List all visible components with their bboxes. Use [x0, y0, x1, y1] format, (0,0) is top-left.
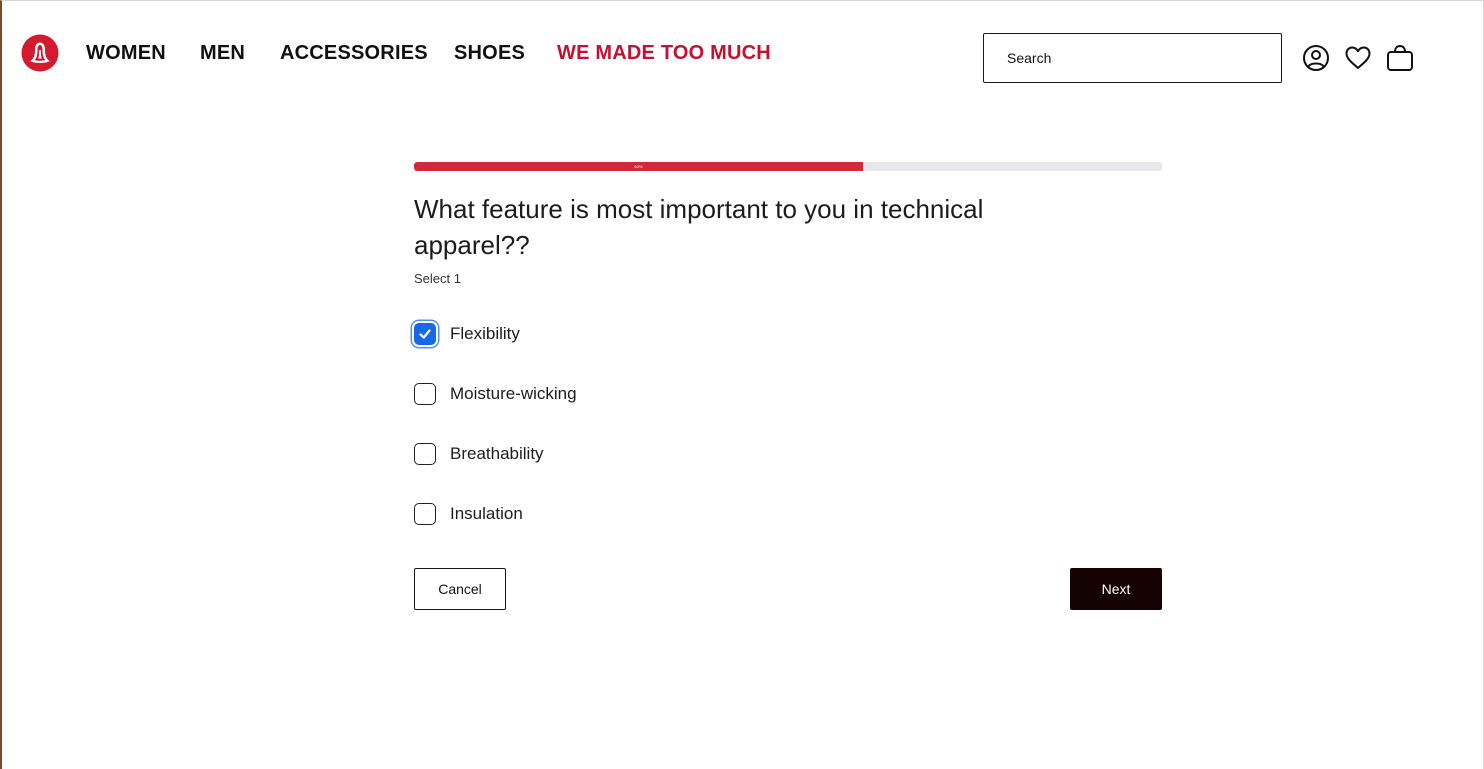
checkbox[interactable] — [414, 503, 436, 525]
wishlist-heart-icon[interactable] — [1344, 44, 1372, 72]
nav-item-women[interactable]: WOMEN — [86, 42, 166, 65]
quiz-question: What feature is most important to you in… — [414, 194, 984, 260]
checkbox[interactable] — [414, 323, 436, 345]
checkbox[interactable] — [414, 443, 436, 465]
progress-fill: 60% — [414, 162, 863, 171]
cancel-button[interactable]: Cancel — [414, 568, 506, 610]
quiz-instruction: Select 1 — [414, 271, 461, 286]
progress-bar: 60% — [414, 162, 1162, 171]
account-icon[interactable] — [1302, 44, 1330, 72]
page: WOMEN MEN ACCESSORIES SHOES WE MADE TOO … — [0, 0, 1484, 769]
option-label: Flexibility — [450, 324, 520, 343]
option-insulation[interactable]: Insulation — [414, 501, 523, 527]
nav-item-shoes[interactable]: SHOES — [454, 42, 525, 65]
nav-item-we-made-too-much[interactable]: WE MADE TOO MUCH — [557, 42, 771, 65]
progress-label: 60% — [634, 164, 643, 169]
checkmark-icon — [419, 329, 431, 339]
option-moisture-wicking[interactable]: Moisture-wicking — [414, 381, 577, 407]
next-button[interactable]: Next — [1070, 568, 1162, 610]
nav-item-men[interactable]: MEN — [200, 42, 245, 65]
option-label: Breathability — [450, 444, 544, 463]
nav-item-accessories[interactable]: ACCESSORIES — [280, 42, 428, 65]
checkbox[interactable] — [414, 383, 436, 405]
shopping-bag-icon[interactable] — [1386, 44, 1414, 72]
lululemon-logo-icon[interactable] — [21, 34, 59, 72]
option-label: Moisture-wicking — [450, 384, 577, 403]
option-flexibility[interactable]: Flexibility — [414, 321, 520, 347]
option-label: Insulation — [450, 504, 523, 523]
search-input[interactable] — [983, 33, 1282, 83]
option-breathability[interactable]: Breathability — [414, 441, 544, 467]
